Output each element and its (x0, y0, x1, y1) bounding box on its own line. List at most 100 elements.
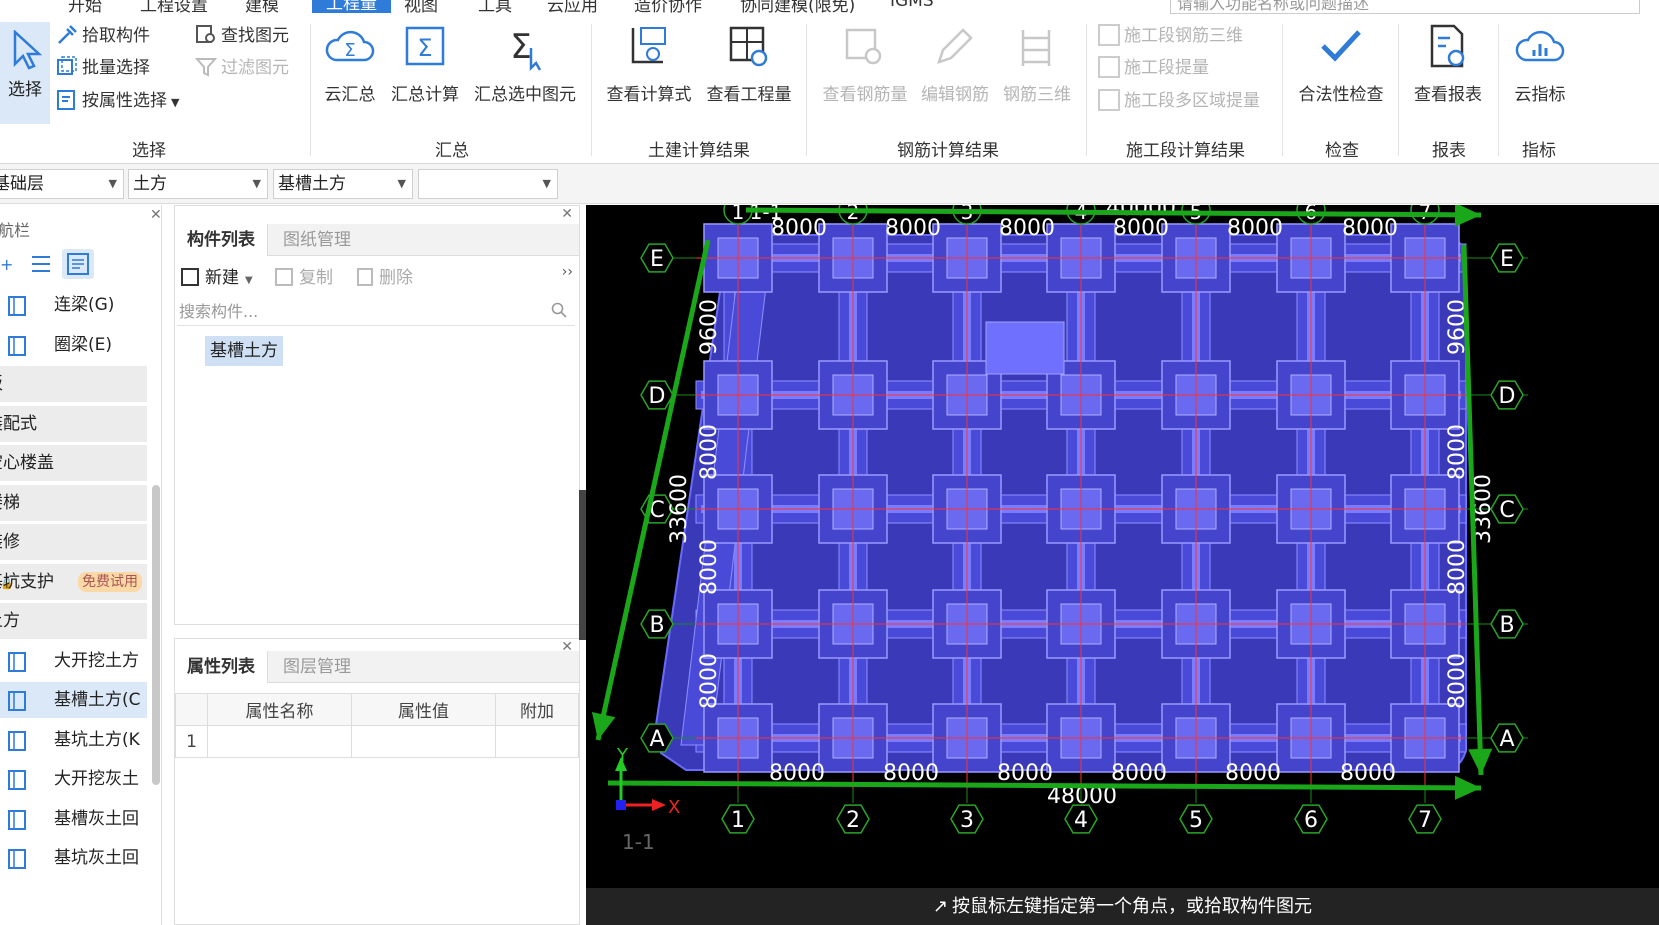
detail-view-icon[interactable] (62, 249, 94, 279)
cloud-summary-button[interactable]: Σ 云汇总 (322, 22, 378, 105)
section-label: 1-1 (622, 830, 655, 854)
component-combo[interactable]: ▼ (418, 169, 558, 199)
free-trial-badge: 免费试用 (78, 571, 142, 592)
divider (1086, 24, 1087, 156)
grid-search-icon (729, 26, 768, 67)
tab-drawing-management[interactable]: 图纸管理 (271, 224, 363, 256)
summary-calc-button[interactable]: Σ 汇总计算 (389, 22, 461, 105)
drawing-canvas[interactable]: AABBCCDDEE123456712345671-18000800080008… (586, 205, 1659, 925)
menu-item-5[interactable]: 工具 (478, 0, 512, 14)
tab-property-list[interactable]: 属性列表 (175, 651, 268, 683)
table-cell[interactable] (207, 725, 352, 758)
svg-text:Σ: Σ (510, 27, 531, 67)
view-report-button[interactable]: 查看报表 (1410, 22, 1486, 105)
nav-scrollbar[interactable] (152, 485, 160, 785)
select-button[interactable]: 选择 (0, 22, 50, 124)
svg-text:Σ: Σ (344, 40, 355, 61)
menu-item-0[interactable]: 开始 (68, 0, 102, 14)
menu-item-9[interactable]: IGMS (890, 0, 934, 11)
nav-item[interactable]: 基坑灰土回 (0, 840, 147, 876)
divider (1398, 24, 1399, 156)
list-view-icon[interactable] (26, 249, 56, 279)
copy-button[interactable]: 复制 (275, 264, 333, 292)
view-rebar-button[interactable]: 查看钢筋量 (820, 22, 910, 105)
plan-drawing[interactable]: AABBCCDDEE123456712345671-18000800080008… (586, 205, 1659, 925)
function-search-input[interactable]: 请输入功能名称或问题描述 (1170, 0, 1640, 14)
table-cell[interactable] (351, 725, 496, 758)
nav-category[interactable]: 基坑支护🔒免费试用 (0, 563, 147, 600)
menu-item-1[interactable]: 工程设置 (140, 0, 208, 14)
pick-component-button[interactable]: 拾取构件 (56, 22, 150, 50)
menu-item-2[interactable]: 建模 (245, 0, 279, 14)
table-cell[interactable] (495, 725, 579, 758)
component-search-input[interactable]: 搜索构件... (177, 298, 575, 326)
select-by-attribute-button[interactable]: 按属性选择 ▼ (56, 87, 179, 115)
rebar-3d-button[interactable]: 钢筋三维 (1000, 22, 1074, 105)
stage-rebar-3d-button[interactable]: 施工段钢筋三维 (1098, 22, 1243, 50)
menu-item-8[interactable]: 协同建模(限免) (740, 0, 855, 14)
ribbon: 选择 拾取构件 批量选择 按属性选择 ▼ 查找图元 过滤图元 选择 Σ 云汇总 Σ… (0, 14, 1659, 164)
nav-category[interactable]: 楼梯 (0, 484, 147, 521)
nav-item[interactable]: 大开挖土方 (0, 643, 147, 679)
dim-bottom-5: 8000 (1225, 761, 1281, 786)
property-panel: ✕ 属性列表 图层管理 属性名称 属性值 附加 1 (174, 638, 580, 925)
axis-top-3-label: 3 (961, 205, 974, 224)
table-corner (175, 693, 208, 726)
menu-item-4[interactable]: 视图 (404, 0, 438, 14)
property-tabs: 属性列表 图层管理 (175, 651, 579, 683)
stage-multi-area-button[interactable]: 施工段多区域提量 (1098, 87, 1260, 115)
new-button[interactable]: 新建 ▼ (181, 264, 253, 292)
nav-item[interactable]: 大开挖灰土 (0, 761, 147, 797)
cursor-icon (13, 29, 43, 70)
close-icon[interactable]: ✕ (150, 207, 161, 223)
component-type-combo[interactable]: 基槽土方 ▼ (273, 169, 413, 199)
summary-selected-button[interactable]: Σ 汇总选中图元 (471, 22, 579, 105)
nav-item[interactable]: 基坑土方(K (0, 722, 147, 758)
batch-select-button[interactable]: 批量选择 (56, 54, 150, 82)
nav-item[interactable]: 连梁(G) (0, 287, 147, 323)
chevron-down-icon: ▼ (542, 177, 551, 190)
nav-item-label: 基坑支护 (0, 571, 54, 592)
filter-element-button[interactable]: 过滤图元 (195, 54, 289, 82)
plus-icon[interactable]: + (0, 255, 13, 274)
nav-category[interactable]: 装配式 (0, 405, 147, 442)
rebar-search-icon (845, 28, 882, 65)
view-quantity-button[interactable]: 查看工程量 (704, 22, 794, 105)
stage-extract-button[interactable]: 施工段提量 (1098, 54, 1209, 82)
nav-item[interactable]: 基槽灰土回 (0, 801, 147, 837)
component-icon (6, 650, 28, 672)
menu-item-3[interactable]: 工程量 (312, 0, 391, 14)
tab-component-list[interactable]: 构件列表 (175, 224, 268, 256)
legal-check-button[interactable]: 合法性检查 (1295, 22, 1387, 105)
floor-combo[interactable]: 基础层▼ (0, 169, 124, 199)
edit-rebar-button[interactable]: 编辑钢筋 (918, 22, 992, 105)
attribute-icon (57, 90, 75, 110)
view-formula-button[interactable]: 查看计算式 (604, 22, 694, 105)
divider (1498, 24, 1499, 156)
panel-splitter[interactable] (579, 490, 586, 640)
nav-category[interactable]: 装修 (0, 524, 147, 560)
dim-bottom-3: 8000 (997, 761, 1053, 786)
tab-layer-management[interactable]: 图层管理 (271, 651, 363, 683)
dim-left-total: 33600 (667, 474, 692, 544)
component-item[interactable]: 基槽土方 (205, 336, 283, 366)
filter-icon (195, 58, 217, 77)
expand-icon[interactable]: ›› (562, 264, 573, 280)
menu-item-7[interactable]: 造价协作 (634, 0, 702, 14)
delete-button[interactable]: 删除 (357, 264, 413, 292)
nav-item[interactable]: 基槽土方(C (0, 682, 147, 718)
nav-category[interactable]: 空心楼盖 (0, 445, 147, 481)
nav-item[interactable]: 圈梁(E) (0, 327, 147, 363)
cloud-index-button[interactable]: 云指标 (1510, 22, 1570, 105)
dim-top-1: 8000 (771, 216, 827, 241)
menu-item-6[interactable]: 云应用 (547, 0, 598, 14)
annotation-arrow-top-head (1454, 205, 1481, 227)
table-row[interactable]: 1 (175, 725, 579, 758)
find-element-button[interactable]: 查找图元 (195, 22, 289, 50)
nav-category[interactable]: 板 (0, 366, 147, 402)
type-combo[interactable]: 土方 ▼ (128, 169, 268, 199)
nav-category[interactable]: 土方 (0, 603, 147, 639)
close-icon[interactable]: ✕ (561, 206, 573, 222)
svg-text:Σ: Σ (417, 34, 432, 62)
chevron-down-icon: ▼ (245, 275, 253, 286)
